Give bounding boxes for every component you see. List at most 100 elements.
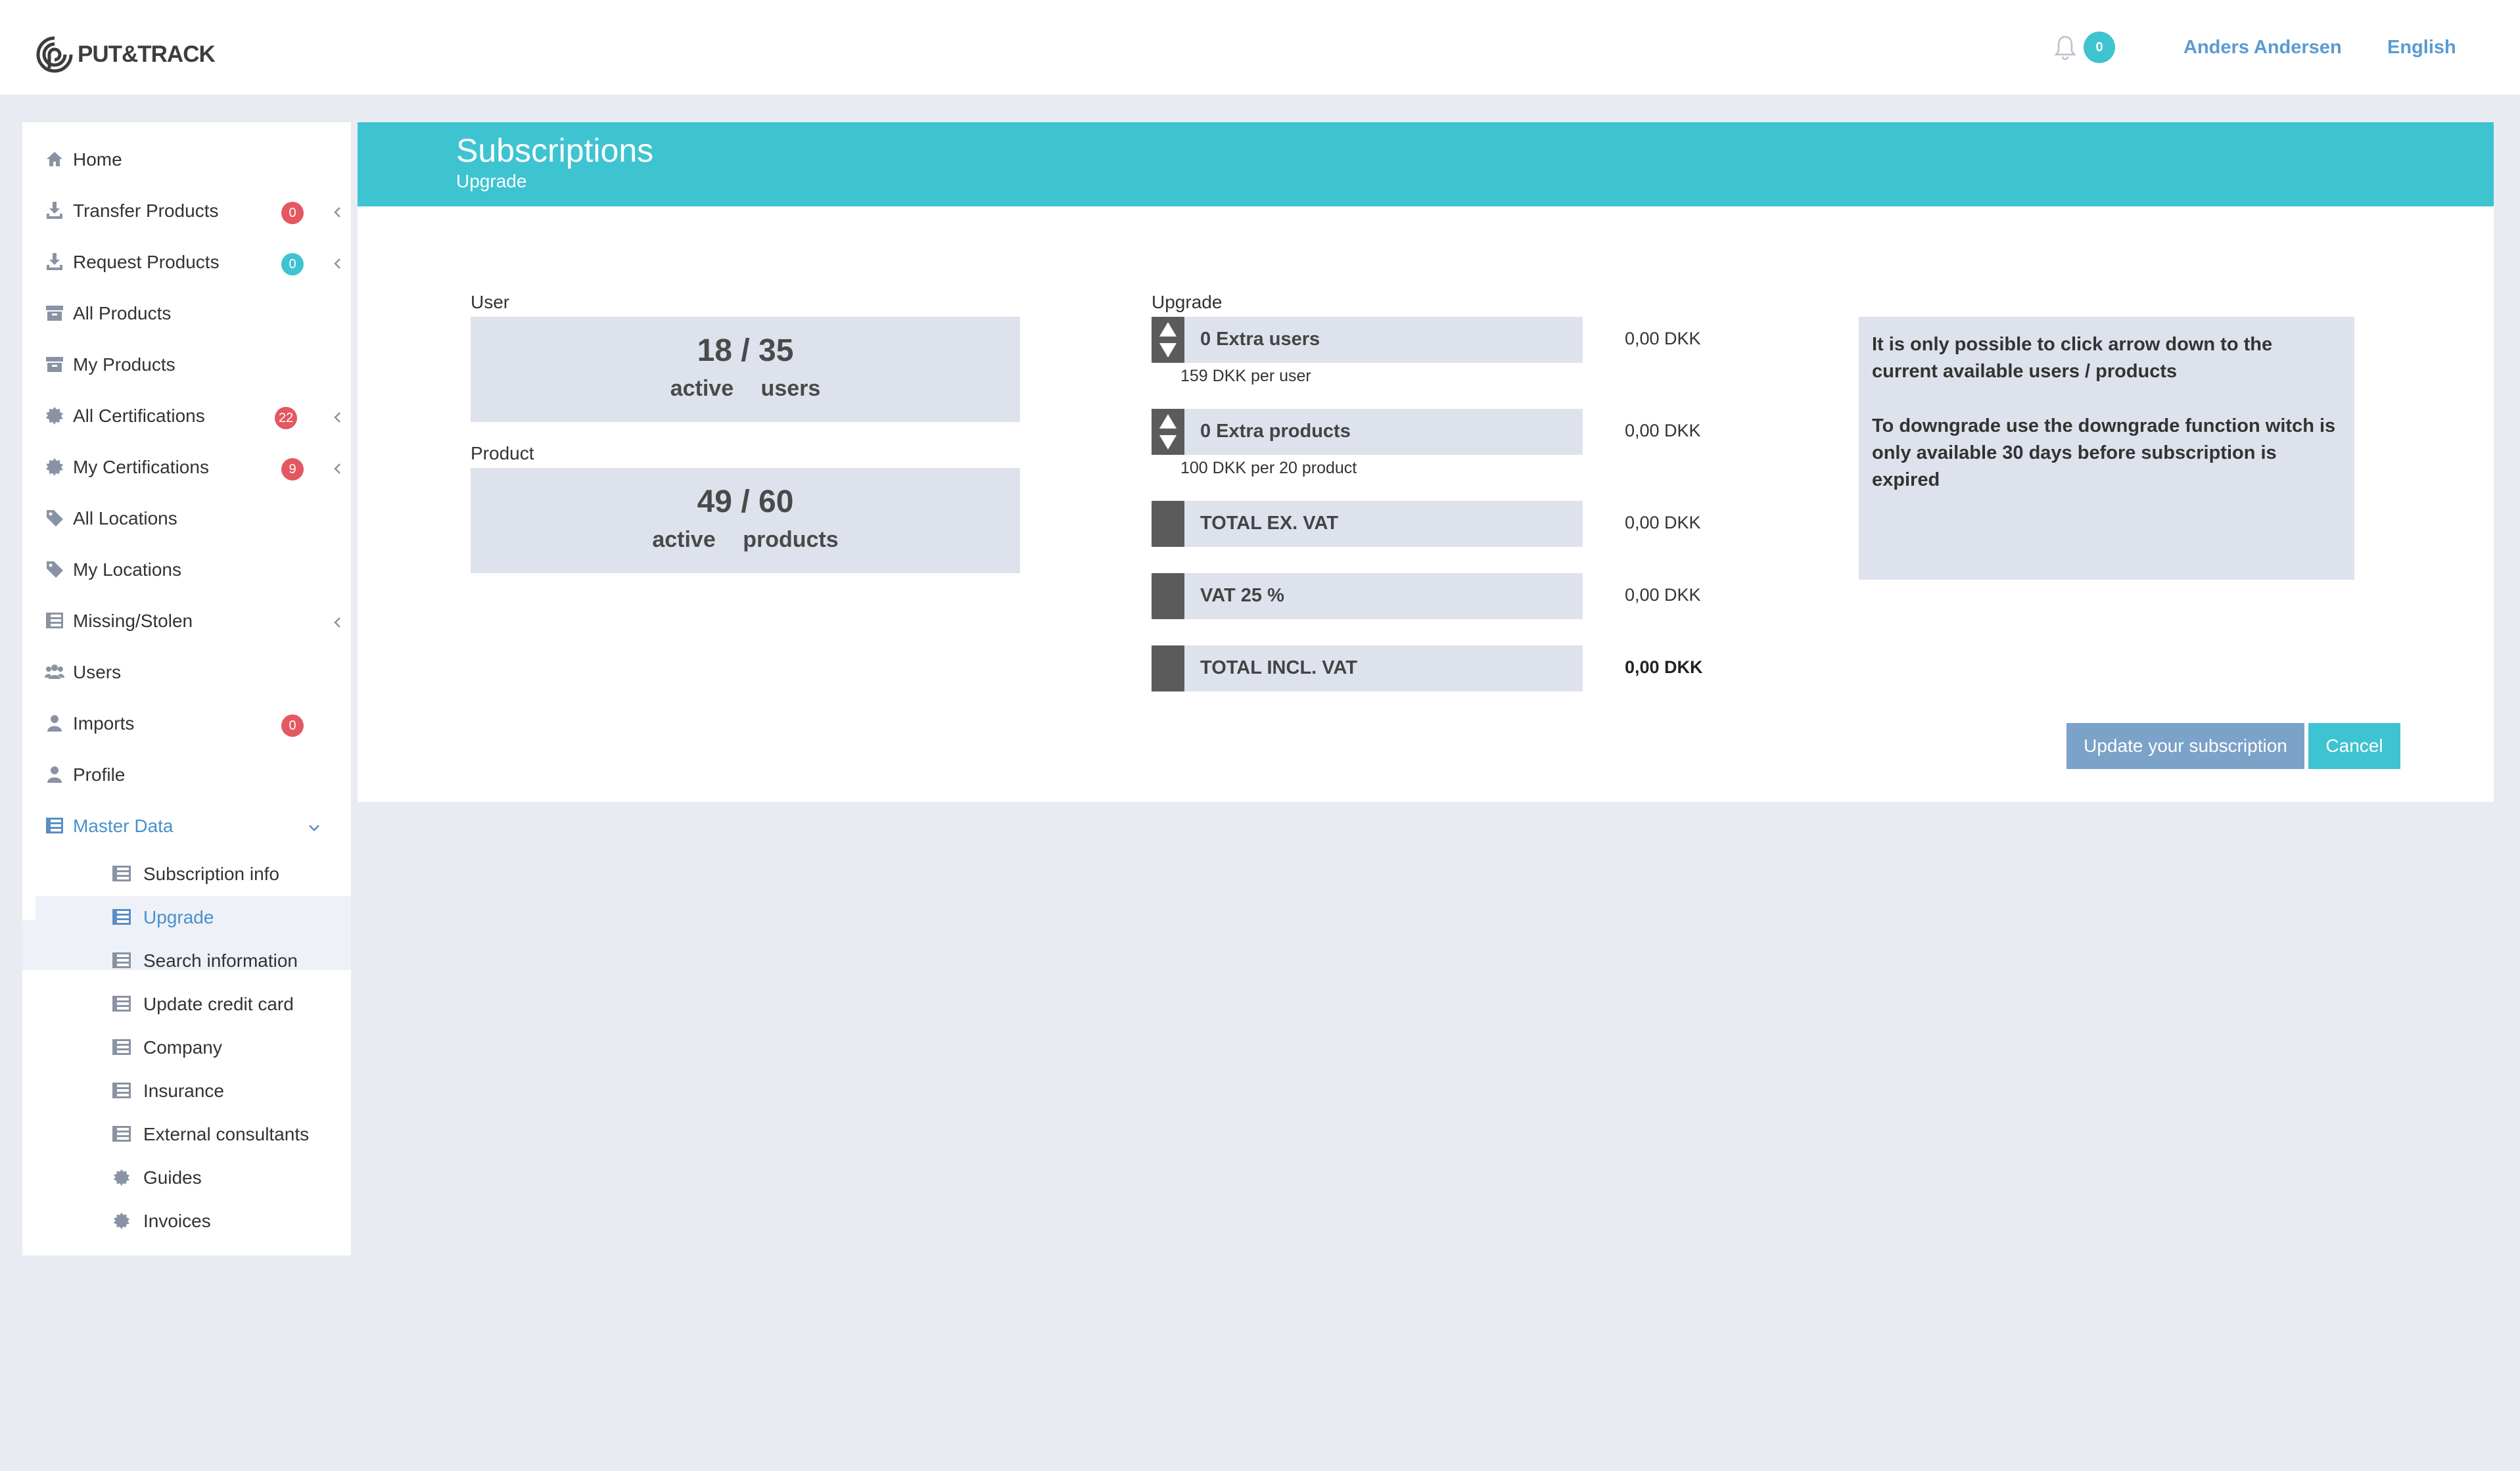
extra-users-value: 0 Extra users: [1200, 329, 1320, 350]
download-icon: [47, 253, 62, 270]
subnav-label: Subscription info: [143, 864, 280, 884]
certificate-icon: [113, 1169, 130, 1186]
sidebar-item-my-certifications[interactable]: My Certifications 9: [22, 442, 351, 492]
total-ex-vat-label: TOTAL EX. VAT: [1200, 513, 1338, 534]
info-text-1: It is only possible to click arrow down …: [1872, 334, 2273, 382]
certificate-icon: [113, 1212, 130, 1230]
total-incl-vat-price: 0,00 DKK: [1625, 657, 1703, 677]
vat-label: VAT 25 %: [1200, 585, 1284, 606]
total-incl-vat-label: TOTAL INCL. VAT: [1200, 657, 1357, 678]
product-count: 49 / 60: [697, 484, 794, 519]
total-ex-vat-row: TOTAL EX. VAT: [1152, 501, 1583, 547]
cancel-button[interactable]: Cancel: [2308, 723, 2400, 769]
sidebar-item-label: Imports: [73, 713, 135, 734]
main-panel: User 18 / 35 active users Product 49 / 6…: [358, 206, 2494, 802]
subnav-label: Company: [143, 1037, 222, 1058]
table-icon: [46, 818, 63, 833]
subnav-insurance[interactable]: Insurance: [35, 1069, 351, 1113]
subnav-update-credit-card[interactable]: Update credit card: [35, 983, 351, 1026]
sidebar-item-label: Transfer Products: [73, 200, 219, 221]
page-subtitle: Upgrade: [456, 171, 527, 191]
update-subscription-button[interactable]: Update your subscription: [2066, 723, 2304, 769]
sidebar-item-label: All Certifications: [73, 406, 205, 426]
chevron-left-icon: [334, 207, 340, 218]
subnav-company[interactable]: Company: [35, 1026, 351, 1069]
subnav-subscription-info[interactable]: Subscription info: [35, 852, 351, 896]
sidebar-item-label: Home: [73, 149, 122, 170]
sidebar-item-transfer-products[interactable]: Transfer Products 0: [22, 186, 351, 236]
logo-text: PUT&TRACK: [78, 41, 216, 67]
extra-users-stepper[interactable]: 0 Extra users: [1152, 317, 1583, 363]
sidebar-item-label: My Locations: [73, 559, 181, 580]
sidebar-item-all-certifications[interactable]: All Certifications 22: [22, 391, 351, 441]
certificate-icon: [46, 407, 63, 425]
sidebar-item-label: All Locations: [73, 508, 177, 528]
row-marker: [1152, 573, 1184, 619]
bell-icon[interactable]: [2053, 34, 2077, 60]
sidebar-item-my-locations[interactable]: My Locations: [22, 545, 351, 595]
logo-icon: [36, 36, 73, 73]
sidebar-item-label: My Certifications: [73, 457, 209, 477]
user-label: User: [471, 292, 510, 312]
sidebar-item-imports[interactable]: Imports 0: [22, 699, 351, 749]
arrow-down-icon[interactable]: [1159, 343, 1177, 358]
sidebar-item-request-products[interactable]: Request Products 0: [22, 237, 351, 287]
chevron-left-icon: [334, 463, 340, 474]
language-selector[interactable]: English: [2387, 37, 2456, 58]
info-text-2: To downgrade use the downgrade function …: [1872, 415, 2336, 490]
top-bar: PUT&TRACK 0 Anders Andersen English: [0, 0, 2520, 95]
extra-products-stepper[interactable]: 0 Extra products: [1152, 409, 1583, 455]
sidebar-item-master-data[interactable]: Master Data: [22, 801, 351, 851]
subnav-label: Upgrade: [143, 907, 214, 927]
count-badge: 0: [281, 714, 304, 737]
sidebar-item-label: Profile: [73, 764, 126, 785]
product-label: Product: [471, 443, 534, 463]
subnav-invoices[interactable]: Invoices: [35, 1200, 351, 1243]
sidebar-item-users[interactable]: Users: [22, 647, 351, 697]
subnav-label: Invoices: [143, 1211, 211, 1231]
sidebar-item-missing-stolen[interactable]: Missing/Stolen: [22, 596, 351, 646]
user-usage-box: 18 / 35 active users: [471, 317, 1020, 422]
sidebar-item-profile[interactable]: Profile: [22, 750, 351, 800]
subnav-search-information[interactable]: Search information: [35, 939, 351, 983]
count-badge: 0: [281, 202, 304, 224]
brand-logo[interactable]: PUT&TRACK: [35, 35, 216, 74]
chevron-down-icon: [309, 825, 319, 831]
sidebar-item-all-locations[interactable]: All Locations: [22, 494, 351, 544]
arrow-down-icon[interactable]: [1159, 435, 1177, 450]
subnav-label: Update credit card: [143, 994, 294, 1014]
count-badge: 0: [281, 253, 304, 275]
subnav-guides[interactable]: Guides: [35, 1156, 351, 1200]
user-icon: [47, 766, 62, 783]
info-box: It is only possible to click arrow down …: [1859, 317, 2354, 580]
users-stepper-arrows[interactable]: [1152, 317, 1184, 363]
products-stepper-arrows[interactable]: [1152, 409, 1184, 455]
table-icon: [112, 1039, 131, 1055]
sidebar-item-my-products[interactable]: My Products: [22, 340, 351, 390]
extra-users-price: 0,00 DKK: [1625, 329, 1701, 348]
page-header: Subscriptions Upgrade: [358, 122, 2494, 206]
tag-icon: [47, 561, 63, 578]
user-count: 18 / 35: [697, 333, 794, 368]
chevron-left-icon: [334, 258, 340, 269]
user-icon: [47, 715, 62, 732]
user-usage-desc: active users: [670, 376, 821, 401]
table-icon: [112, 1126, 131, 1142]
sidebar-item-home[interactable]: Home: [22, 135, 351, 185]
table-icon: [112, 996, 131, 1012]
subnav-upgrade[interactable]: Upgrade: [35, 896, 351, 939]
subnav-external-consultants[interactable]: External consultants: [35, 1113, 351, 1156]
chevron-left-icon: [334, 412, 340, 423]
sidebar-item-label: Missing/Stolen: [73, 611, 193, 631]
product-usage-box: 49 / 60 active products: [471, 468, 1020, 573]
user-menu[interactable]: Anders Andersen: [2183, 37, 2342, 58]
arrow-up-icon[interactable]: [1159, 322, 1177, 337]
sidebar-item-label: All Products: [73, 303, 172, 323]
sidebar-item-label: My Products: [73, 354, 175, 375]
certificate-icon: [46, 458, 63, 476]
sidebar-item-all-products[interactable]: All Products: [22, 289, 351, 339]
arrow-up-icon[interactable]: [1159, 414, 1177, 429]
subnav-label: Search information: [143, 950, 298, 971]
notification-badge[interactable]: 0: [2084, 32, 2115, 63]
total-incl-vat-row: TOTAL INCL. VAT: [1152, 645, 1583, 691]
